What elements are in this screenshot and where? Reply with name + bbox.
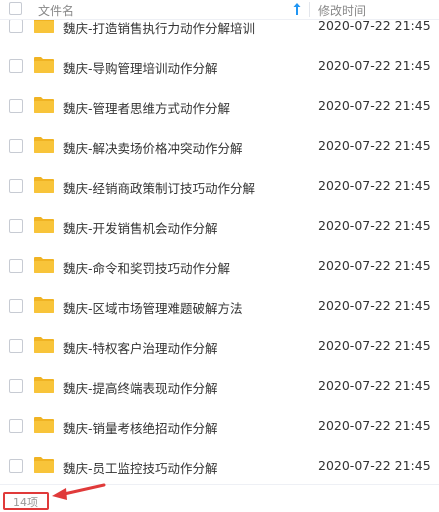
file-row[interactable]: 魏庆-开发销售机会动作分解 2020-07-22 21:45 — [0, 206, 439, 246]
file-name[interactable]: 魏庆-提高终端表现动作分解 — [63, 378, 218, 397]
modified-time: 2020-07-22 21:45 — [318, 418, 431, 433]
file-name[interactable]: 魏庆-命令和奖罚技巧动作分解 — [63, 258, 230, 277]
file-row[interactable]: 魏庆-提高终端表现动作分解 2020-07-22 21:45 — [0, 366, 439, 406]
file-list: 魏庆-打造销售执行力动作分解培训 2020-07-22 21:45 魏庆-导购管理培… — [0, 6, 439, 486]
column-header-modified-time[interactable]: 修改时间 — [318, 2, 366, 19]
row-checkbox[interactable] — [9, 139, 23, 153]
folder-icon — [34, 137, 54, 153]
modified-time: 2020-07-22 21:45 — [318, 258, 431, 273]
folder-icon — [34, 97, 54, 113]
file-name[interactable]: 魏庆-特权客户治理动作分解 — [63, 338, 218, 357]
row-checkbox[interactable] — [9, 99, 23, 113]
file-name[interactable]: 魏庆-解决卖场价格冲突动作分解 — [63, 138, 243, 157]
annotation-arrow-icon — [52, 483, 106, 500]
modified-time: 2020-07-22 21:45 — [318, 18, 431, 33]
folder-icon — [34, 337, 54, 353]
row-checkbox[interactable] — [9, 59, 23, 73]
file-name[interactable]: 魏庆-区域市场管理难题破解方法 — [63, 298, 243, 317]
file-row[interactable]: 魏庆-特权客户治理动作分解 2020-07-22 21:45 — [0, 326, 439, 366]
file-name[interactable]: 魏庆-开发销售机会动作分解 — [63, 218, 218, 237]
folder-icon — [34, 257, 54, 273]
row-checkbox[interactable] — [9, 259, 23, 273]
row-checkbox[interactable] — [9, 419, 23, 433]
folder-icon — [34, 297, 54, 313]
modified-time: 2020-07-22 21:45 — [318, 458, 431, 473]
item-count: 14项 — [13, 496, 38, 509]
modified-time: 2020-07-22 21:45 — [318, 98, 431, 113]
folder-icon — [34, 417, 54, 433]
modified-time: 2020-07-22 21:45 — [318, 378, 431, 393]
file-name[interactable]: 魏庆-经销商政策制订技巧动作分解 — [63, 178, 255, 197]
sort-ascending-arrow-icon[interactable] — [292, 2, 302, 16]
modified-time: 2020-07-22 21:45 — [318, 178, 431, 193]
file-row[interactable]: 魏庆-员工监控技巧动作分解 2020-07-22 21:45 — [0, 446, 439, 486]
file-row[interactable]: 魏庆-经销商政策制订技巧动作分解 2020-07-22 21:45 — [0, 166, 439, 206]
file-name[interactable]: 魏庆-打造销售执行力动作分解培训 — [63, 18, 255, 37]
file-name[interactable]: 魏庆-员工监控技巧动作分解 — [63, 458, 218, 477]
row-checkbox[interactable] — [9, 19, 23, 33]
row-checkbox[interactable] — [9, 379, 23, 393]
modified-time: 2020-07-22 21:45 — [318, 138, 431, 153]
modified-time: 2020-07-22 21:45 — [318, 298, 431, 313]
file-row[interactable]: 魏庆-区域市场管理难题破解方法 2020-07-22 21:45 — [0, 286, 439, 326]
folder-icon — [34, 457, 54, 473]
folder-icon — [34, 177, 54, 193]
modified-time: 2020-07-22 21:45 — [318, 338, 431, 353]
file-row[interactable]: 魏庆-解决卖场价格冲突动作分解 2020-07-22 21:45 — [0, 126, 439, 166]
column-divider — [309, 2, 310, 17]
row-checkbox[interactable] — [9, 299, 23, 313]
row-checkbox[interactable] — [9, 339, 23, 353]
file-name[interactable]: 魏庆-导购管理培训动作分解 — [63, 58, 218, 77]
file-row[interactable]: 魏庆-命令和奖罚技巧动作分解 2020-07-22 21:45 — [0, 246, 439, 286]
file-row[interactable]: 魏庆-管理者思维方式动作分解 2020-07-22 21:45 — [0, 86, 439, 126]
modified-time: 2020-07-22 21:45 — [318, 58, 431, 73]
file-name[interactable]: 魏庆-管理者思维方式动作分解 — [63, 98, 230, 117]
folder-icon — [34, 217, 54, 233]
column-header-name[interactable]: 文件名 — [38, 2, 74, 19]
row-checkbox[interactable] — [9, 179, 23, 193]
row-checkbox[interactable] — [9, 459, 23, 473]
modified-time: 2020-07-22 21:45 — [318, 218, 431, 233]
row-checkbox[interactable] — [9, 219, 23, 233]
file-name[interactable]: 魏庆-销量考核绝招动作分解 — [63, 418, 218, 437]
file-row[interactable]: 魏庆-销量考核绝招动作分解 2020-07-22 21:45 — [0, 406, 439, 446]
file-row[interactable]: 魏庆-导购管理培训动作分解 2020-07-22 21:45 — [0, 46, 439, 86]
select-all-checkbox[interactable] — [9, 2, 22, 15]
folder-icon — [34, 57, 54, 73]
folder-icon — [34, 377, 54, 393]
list-header: 文件名 修改时间 — [0, 0, 439, 20]
